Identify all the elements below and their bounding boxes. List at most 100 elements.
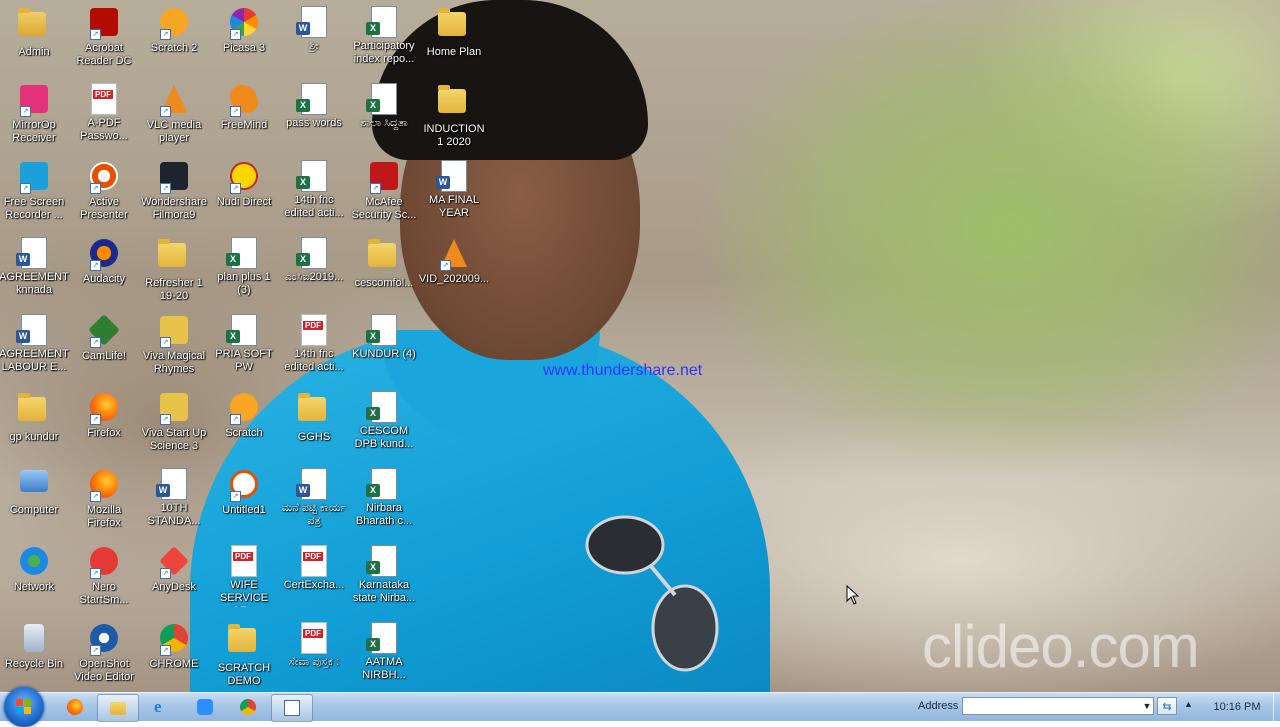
desktop-icon[interactable]: PDF CertExcha... [278, 545, 350, 619]
desktop-icon[interactable]: ↗ OpenShot Video Editor [68, 622, 140, 692]
start-button[interactable] [4, 687, 44, 727]
network-icon [18, 547, 50, 579]
desktop-icon[interactable]: ↗ CHROME [138, 622, 210, 692]
desktop-icon-label: ಶಾಲಾ ಸಿದ್ಧತಾ [360, 117, 408, 129]
taskbar-zoom[interactable] [185, 694, 225, 720]
desktop-icon[interactable]: ↗ VID_202009... [418, 237, 490, 311]
window-app-icon [284, 700, 300, 716]
desktop-icon[interactable]: Xplan plus 1 (3) [208, 237, 280, 311]
desktop-icon[interactable]: cescomfol... [348, 237, 420, 311]
desktop-icon-label: FreeMind [220, 119, 268, 131]
desktop-icon[interactable]: ↗ CamLife! [68, 314, 140, 388]
firefox-icon: ↗ [88, 393, 120, 425]
desktop-icon[interactable]: ↗ Wondershare Filmora9 [138, 160, 210, 234]
desktop-icon[interactable]: X ಶಾಲಾ ಸಿದ್ಧತಾ [348, 83, 420, 157]
desktop-icon[interactable]: X PRIA SOFT PW [208, 314, 280, 388]
shortcut-arrow-icon: ↗ [90, 491, 101, 502]
desktop-icon[interactable]: ↗ MirrorOp Receiver [0, 83, 70, 157]
show-desktop-button[interactable] [1273, 693, 1280, 721]
desktop-icon[interactable]: ↗ Firefox [68, 391, 140, 465]
chrome-icon [240, 699, 256, 715]
address-dropdown-icon[interactable]: ▼ [1141, 698, 1153, 714]
desktop-icon[interactable]: Computer [0, 468, 70, 542]
desktop-icon[interactable]: ↗ AnyDesk [138, 545, 210, 619]
desktop-icon[interactable]: X CESCOM DPB kund... [348, 391, 420, 465]
folder-icon [158, 239, 190, 275]
desktop-icon[interactable]: ↗ VLC media player [138, 83, 210, 157]
desktop-icon[interactable]: ↗ Viva Magical Rhymes [138, 314, 210, 388]
pdf-icon: PDF [298, 545, 330, 577]
folder-icon [438, 85, 470, 121]
taskbar-explorer[interactable] [97, 694, 139, 722]
desktop-icon[interactable]: Recycle Bin [0, 622, 70, 692]
shortcut-arrow-icon: ↗ [90, 568, 101, 579]
desktop-icon[interactable]: W MA FINAL YEAR [418, 160, 490, 234]
taskbar-firefox[interactable] [55, 694, 95, 720]
shortcut-arrow-icon: ↗ [90, 414, 101, 425]
desktop-icon-label: KUNDUR (4) [352, 348, 416, 360]
shortcut-arrow-icon: ↗ [230, 183, 241, 194]
desktop-icon-label: Nero StartSm... [79, 581, 129, 606]
filmora-icon: ↗ [158, 162, 190, 194]
taskbar-app[interactable] [271, 694, 313, 722]
desktop-icon[interactable]: ↗ Viva Start Up Science 3 [138, 391, 210, 465]
desktop-icon[interactable]: INDUCTION 1 2020 [418, 83, 490, 157]
taskbar-ie[interactable]: e [142, 694, 182, 720]
desktop-icon-label: OpenShot Video Editor [74, 658, 134, 683]
desktop-icon-label: Refresher 1 19-20 [145, 277, 203, 302]
desktop-icon[interactable]: ↗ Mozilla Firefox [68, 468, 140, 542]
desktop-icon-label: SCRATCH DEMO [217, 662, 271, 687]
address-go-button[interactable]: ⇆ [1157, 697, 1177, 715]
desktop-icon[interactable]: PDF 14th fnc edited acti... [278, 314, 350, 388]
desktop-icon[interactable]: PDF A-PDF Passwo... [68, 83, 140, 157]
desktop-icon[interactable]: X Nirbara Bharath c... [348, 468, 420, 542]
desktop-icon[interactable]: ↗ Scratch 2 [138, 6, 210, 80]
desktop-icon[interactable]: W AGREEMENT LABOUR E... [0, 314, 70, 388]
desktop-icon[interactable]: X KUNDUR (4) [348, 314, 420, 388]
desktop-icon[interactable]: ↗ Nero StartSm... [68, 545, 140, 619]
desktop-icon-label: cescomfol... [354, 277, 414, 289]
desktop-icon[interactable]: Refresher 1 19-20 [138, 237, 210, 311]
word-doc-icon: W [156, 468, 190, 500]
desktop-icon[interactable]: X ಎಂಸಿಐ2019... [278, 237, 350, 311]
desktop-icon[interactable]: W ಮನೆ ಪಟ್ಟಿ ಕಾರ್ಯ ಪತ್ರ [278, 468, 350, 542]
pdf-icon: PDF [88, 83, 120, 115]
desktop-icon[interactable]: Network [0, 545, 70, 619]
desktop-icon[interactable]: ↗ Picasa 3 [208, 6, 280, 80]
taskbar-chrome[interactable] [228, 694, 268, 720]
desktop-icon[interactable]: W ಶ್ರೀ [278, 6, 350, 80]
desktop-icon[interactable]: X AATMA NIRBH... [348, 622, 420, 692]
shortcut-arrow-icon: ↗ [230, 491, 241, 502]
desktop-icon[interactable]: Admin [0, 6, 70, 80]
desktop-icon[interactable]: ↗ Nudi Direct [208, 160, 280, 234]
desktop-icon[interactable]: PDFWIFE SERVICE CE... [208, 545, 280, 619]
excel-doc-icon: X [296, 237, 330, 269]
desktop-icon[interactable]: ↗ Untitled1 [208, 468, 280, 542]
desktop-icon[interactable]: X Participatory index repo... [348, 6, 420, 80]
desktop-icon[interactable]: ↗ Scratch [208, 391, 280, 465]
active-presenter-icon: ↗ [88, 162, 120, 194]
address-input[interactable] [962, 697, 1154, 715]
desktop-icon[interactable]: ↗ Audacity [68, 237, 140, 311]
desktop-icon[interactable]: W AGREEMENT knnada [0, 237, 70, 311]
desktop-icon[interactable]: X 14th fnc edited acti... [278, 160, 350, 234]
desktop-icon-label: AGREEMENT knnada [0, 271, 69, 296]
desktop-icon[interactable]: ↗ McAfee Security Sc... [348, 160, 420, 234]
desktop-icon[interactable]: Xpass words [278, 83, 350, 157]
desktop-icon[interactable]: SCRATCH DEMO [208, 622, 280, 692]
show-hidden-icons-icon[interactable]: ▲ [1184, 699, 1193, 709]
system-clock[interactable]: 10:16 PM [1200, 693, 1274, 721]
desktop-icon[interactable]: ↗ Acrobat Reader DC [68, 6, 140, 80]
desktop-icon[interactable]: GGHS [278, 391, 350, 465]
word-doc-icon: W [436, 160, 470, 192]
acrobat-icon: ↗ [88, 8, 120, 40]
desktop-icon[interactable]: ↗ Active Presenter [68, 160, 140, 234]
scratch-icon: ↗ [228, 393, 260, 425]
desktop-icon[interactable]: ↗ Free Screen Recorder ... [0, 160, 70, 234]
desktop-icon[interactable]: X Karnataka state Nirba... [348, 545, 420, 619]
desktop-icon[interactable]: gp kundur [0, 391, 70, 465]
desktop-icon[interactable]: W 10TH STANDA... [138, 468, 210, 542]
desktop-icon[interactable]: PDF ಸೇವಾ ಪುಸ್ತಕ : [278, 622, 350, 692]
desktop-icon[interactable]: Home Plan [418, 6, 490, 80]
desktop-icon[interactable]: ↗ FreeMind [208, 83, 280, 157]
